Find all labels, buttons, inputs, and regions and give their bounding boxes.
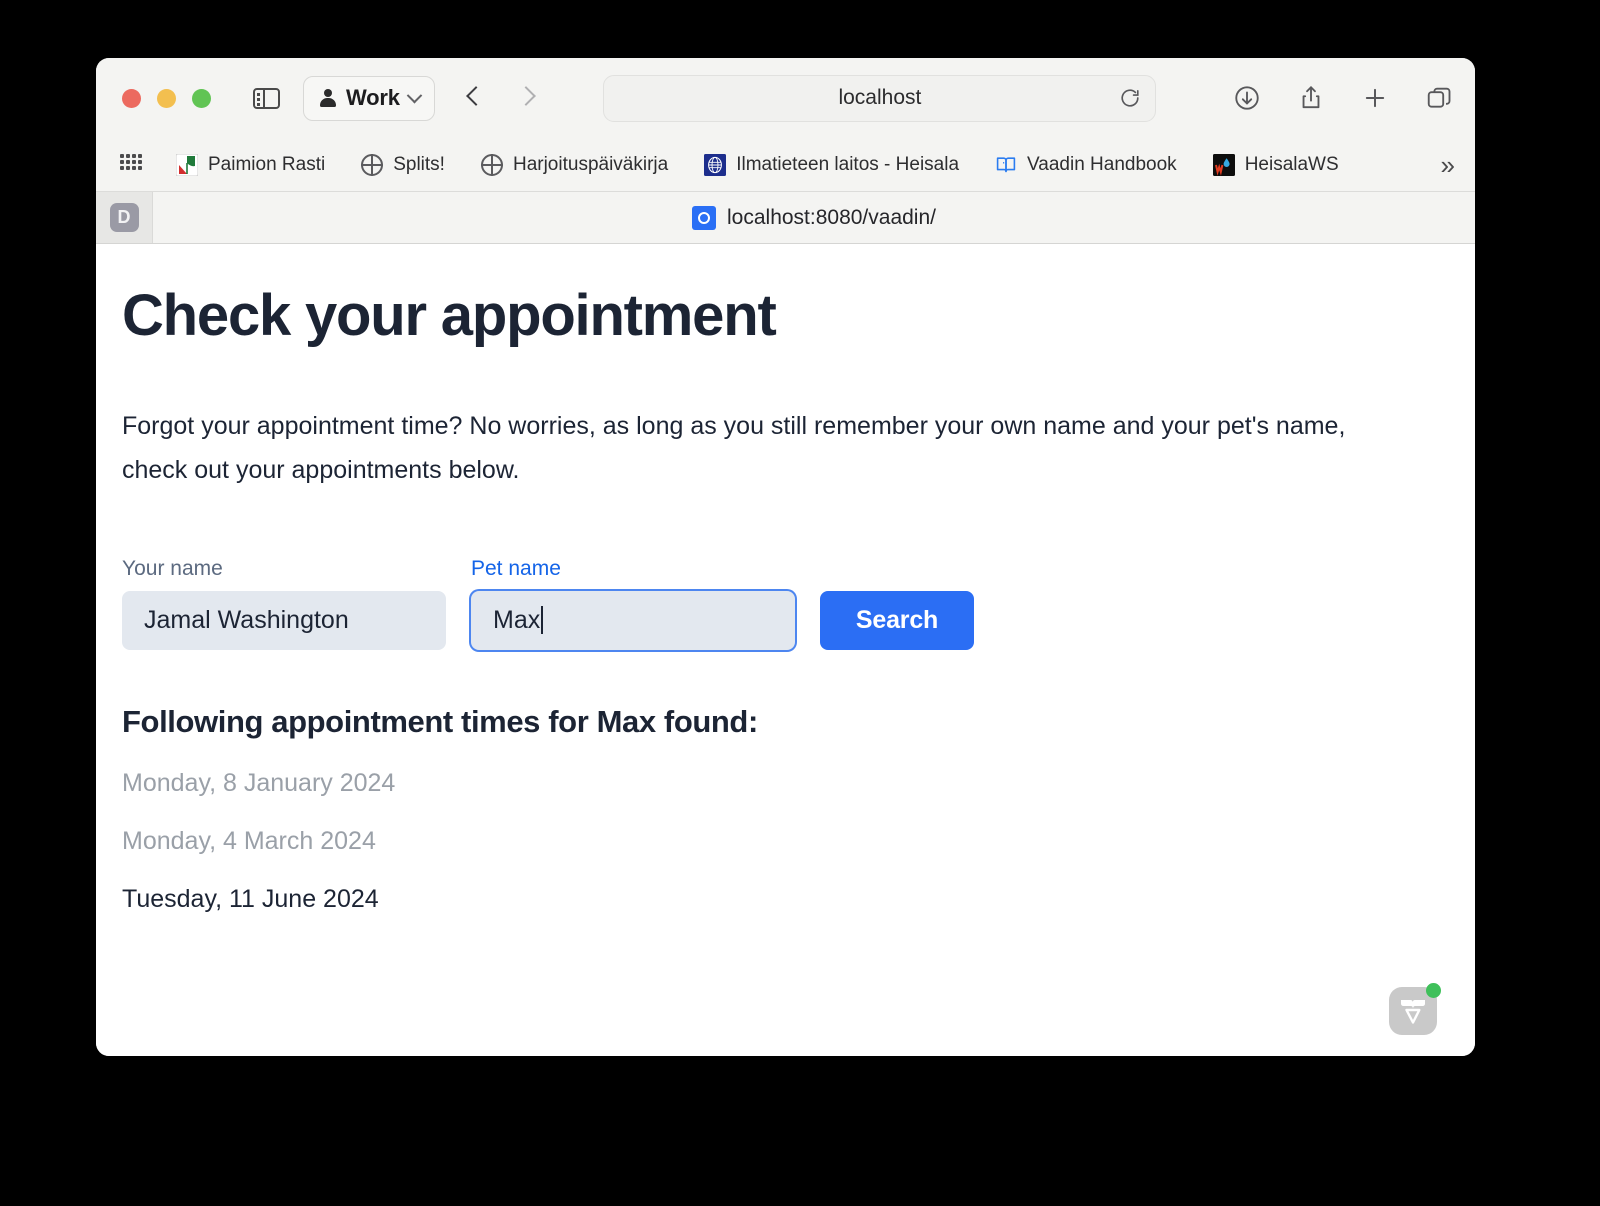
navigation-buttons: [465, 86, 537, 107]
bookmark-label: Harjoituspäiväkirja: [512, 153, 669, 175]
browser-chrome: Work localhost Paimion Rasti Splits! Har…: [96, 58, 1475, 192]
tab-overview-icon[interactable]: [1425, 84, 1453, 112]
bookmark-heisalaws[interactable]: HeisalaWS: [1212, 153, 1339, 176]
share-icon[interactable]: [1297, 84, 1325, 112]
profile-label: Work: [346, 85, 400, 110]
toolbar-right-icons: [1233, 84, 1453, 112]
page-intro: Forgot your appointment time? No worries…: [122, 411, 1346, 485]
bookmark-splits[interactable]: Splits!: [361, 153, 445, 176]
pinned-tab-label: D: [109, 203, 139, 232]
pet-name-value: Max: [493, 605, 541, 634]
bookmark-label: Splits!: [393, 153, 445, 175]
downloads-icon[interactable]: [1233, 84, 1261, 112]
browser-window: Work localhost Paimion Rasti Splits! Har…: [96, 58, 1475, 1056]
tab-strip: D localhost:8080/vaadin/: [96, 192, 1475, 244]
vaadin-icon: [692, 205, 716, 230]
person-icon: [319, 89, 337, 107]
back-button[interactable]: [465, 86, 487, 107]
results-heading: Following appointment times for Max foun…: [122, 703, 758, 739]
browser-toolbar: Work localhost: [96, 58, 1475, 138]
page-title: Check your appointment: [122, 283, 777, 348]
orienteering-club-icon: [175, 153, 199, 176]
apps-grid-icon[interactable]: [120, 153, 142, 176]
chevron-down-icon: [406, 87, 423, 103]
globe-icon: [361, 153, 384, 176]
new-tab-icon[interactable]: [1361, 84, 1389, 112]
profile-button[interactable]: Work: [303, 75, 435, 121]
tab-localhost-vaadin[interactable]: localhost:8080/vaadin/: [153, 192, 1475, 243]
chevron-right-icon: [515, 86, 536, 106]
close-window-button[interactable]: [122, 88, 141, 108]
bookmark-harjoituspaivakirja[interactable]: Harjoituspäiväkirja: [480, 153, 669, 176]
book-icon: [995, 154, 1017, 176]
bookmark-vaadin-handbook[interactable]: Vaadin Handbook: [995, 154, 1177, 176]
appointment-result-item: Monday, 8 January 2024: [122, 768, 396, 797]
fmi-icon: [704, 153, 727, 176]
bookmark-label: Ilmatieteen laitos - Heisala: [736, 153, 960, 175]
appointment-result-item: Tuesday, 11 June 2024: [122, 884, 379, 913]
zoom-window-button[interactable]: [192, 88, 211, 108]
page-content: Check your appointment Forgot your appoi…: [96, 244, 1475, 1056]
your-name-label: Your name: [122, 556, 223, 580]
sidebar-icon: [252, 87, 280, 109]
bookmarks-overflow-button[interactable]: »: [1441, 152, 1455, 178]
bookmark-ilmatieteen-laitos[interactable]: Ilmatieteen laitos - Heisala: [704, 153, 960, 176]
pinned-tab-d[interactable]: D: [96, 192, 153, 243]
vaadin-devtools-button[interactable]: [1389, 983, 1441, 1035]
forward-button[interactable]: [515, 86, 537, 107]
bookmark-label: HeisalaWS: [1244, 153, 1339, 175]
your-name-field-group: Your name Jamal Washington: [122, 558, 446, 650]
devtools-status-dot: [1426, 983, 1441, 998]
your-name-value: Jamal Washington: [144, 605, 349, 634]
address-bar-container: localhost: [537, 74, 1223, 122]
vaadin-logo-icon: [1401, 1000, 1425, 1024]
search-button[interactable]: Search: [820, 590, 974, 650]
bookmark-label: Paimion Rasti: [208, 153, 326, 175]
text-cursor: [541, 606, 544, 635]
sidebar-toggle-button[interactable]: [251, 83, 281, 113]
appointment-search-form: Your name Jamal Washington Pet name Max …: [122, 558, 1429, 650]
address-bar[interactable]: localhost: [603, 74, 1157, 122]
pet-name-field-group: Pet name Max: [471, 558, 795, 650]
bookmark-label: Vaadin Handbook: [1027, 153, 1177, 175]
reload-icon[interactable]: [1119, 87, 1141, 109]
pet-name-label: Pet name: [471, 556, 561, 580]
minimize-window-button[interactable]: [157, 88, 176, 108]
bookmarks-bar: Paimion Rasti Splits! Harjoituspäiväkirj…: [96, 138, 1475, 191]
address-bar-text: localhost: [838, 86, 922, 109]
bookmark-paimion-rasti[interactable]: Paimion Rasti: [175, 153, 326, 176]
your-name-input[interactable]: Jamal Washington: [122, 590, 446, 650]
traffic-lights: [122, 88, 211, 108]
weather-station-icon: [1212, 153, 1235, 176]
chevron-left-icon: [465, 86, 486, 106]
appointment-result-item: Monday, 4 March 2024: [122, 826, 376, 855]
pet-name-input[interactable]: Max: [471, 590, 795, 650]
globe-icon: [480, 153, 503, 176]
tab-title: localhost:8080/vaadin/: [727, 205, 936, 229]
